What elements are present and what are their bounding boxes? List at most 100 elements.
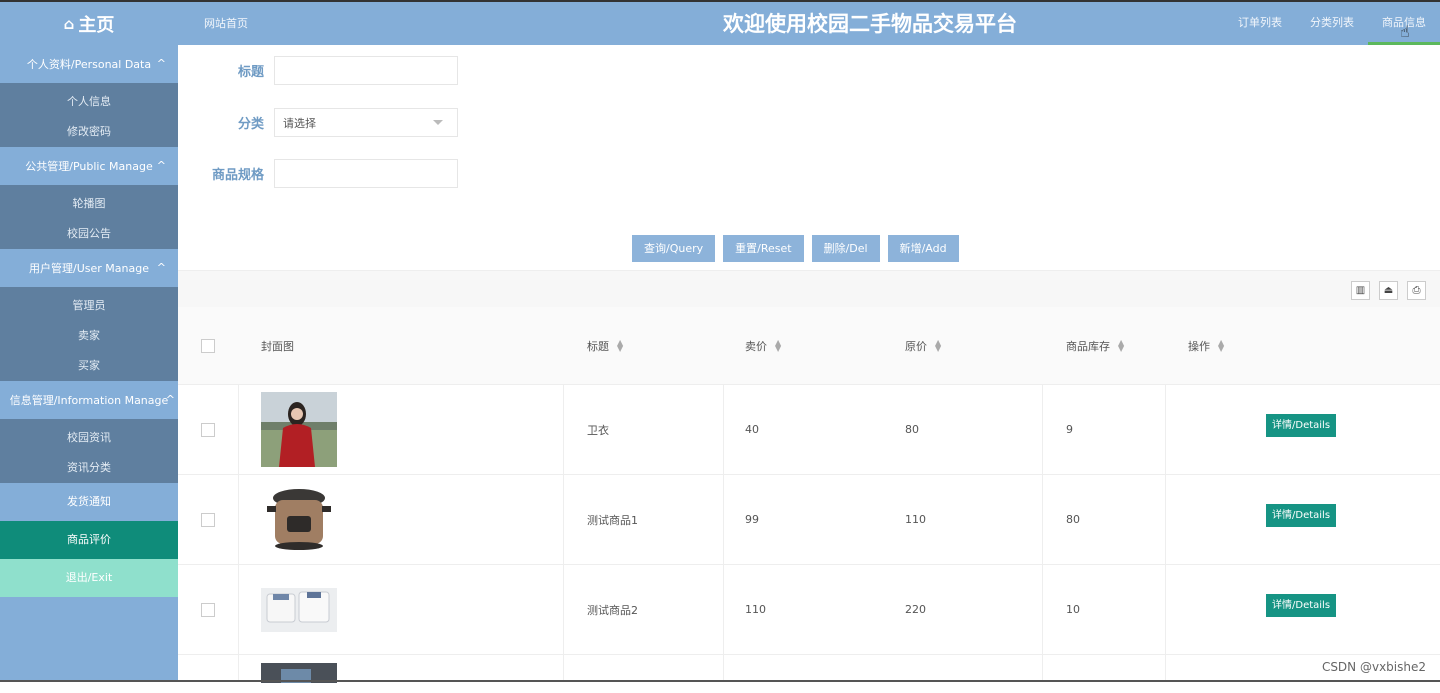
- product-table: 封面图 标题 ▲ ▼ 卖价 ▲ ▼ 原价 ▲ ▼ 商品库存 ▲ ▼ 操作 ▲ ▼ 卫衣 40: [178, 307, 1440, 683]
- main-content: 标题 分类 请选择 商品规格 查询/Query 重置/Reset 删除/Del …: [178, 45, 1440, 683]
- sidebar-group-label: 用户管理/User Manage: [29, 262, 149, 275]
- cell-title: 测试商品1: [587, 513, 638, 527]
- folded-tshirts-image: [261, 572, 337, 647]
- sidebar-group-label: 个人资料/Personal Data: [26, 58, 152, 71]
- filter-spec-row: 商品规格: [178, 159, 458, 188]
- sort-icon: ▲ ▼: [775, 337, 782, 353]
- cell-price: 99: [745, 513, 759, 526]
- sidebar-item-change-password[interactable]: 修改密码: [0, 117, 178, 147]
- cell-actions: 详情/Details: [1266, 561, 1337, 650]
- select-all-checkbox[interactable]: [201, 338, 215, 353]
- sidebar-group-user[interactable]: 用户管理/User Manage ^: [0, 249, 178, 287]
- sidebar-group-personal[interactable]: 个人资料/Personal Data ^: [0, 45, 178, 83]
- nav-orders[interactable]: 订单列表: [1224, 2, 1296, 45]
- cell-price: 110: [745, 603, 766, 616]
- delete-button[interactable]: 删除/Del: [811, 235, 880, 262]
- home-icon: ⌂: [63, 14, 75, 33]
- col-actions-label: 操作: [1188, 339, 1210, 353]
- sidebar-submenu-info: 校园资讯 资讯分类: [0, 419, 178, 483]
- add-button[interactable]: 新增/Add: [887, 235, 959, 262]
- col-title[interactable]: 标题 ▲ ▼: [587, 307, 623, 384]
- site-home-link[interactable]: 网站首页: [204, 15, 248, 31]
- row-checkbox[interactable]: [201, 512, 215, 527]
- cell-title: 卫衣: [587, 423, 609, 437]
- sidebar-item-seller[interactable]: 卖家: [0, 321, 178, 351]
- chevron-up-icon: ^: [165, 393, 175, 406]
- cell-actions: 详情/Details: [1266, 471, 1337, 560]
- sort-icon: ▲ ▼: [935, 337, 942, 353]
- cover-cell: [261, 475, 337, 564]
- action-buttons: 查询/Query 重置/Reset 删除/Del 新增/Add: [632, 235, 959, 262]
- sort-icon: ▲ ▼: [617, 337, 624, 353]
- col-original[interactable]: 原价 ▲ ▼: [905, 307, 941, 384]
- table-tools: ▥ ⏏ ⎙: [1351, 281, 1426, 300]
- sidebar-item-shipping[interactable]: 发货通知: [0, 483, 178, 521]
- table-row: 测试商品2 110 220 10 详情/Details: [178, 565, 1440, 655]
- sidebar-group-info[interactable]: 信息管理/Information Manage ^: [0, 381, 178, 419]
- caret-down-icon: [433, 120, 443, 125]
- filter-title-label: 标题: [237, 65, 264, 80]
- sidebar-group-label: 信息管理/Information Manage: [9, 394, 169, 407]
- row-checkbox[interactable]: [201, 602, 215, 617]
- category-select[interactable]: 请选择: [274, 108, 458, 137]
- chevron-up-icon: ^: [156, 261, 166, 274]
- cell-title: 测试商品2: [587, 603, 638, 617]
- cover-cell: [261, 385, 337, 474]
- query-button[interactable]: 查询/Query: [632, 235, 716, 262]
- sidebar-submenu-user: 管理员 卖家 买家: [0, 287, 178, 381]
- sidebar-item-admin[interactable]: 管理员: [0, 287, 178, 321]
- col-stock[interactable]: 商品库存 ▲ ▼: [1066, 307, 1124, 384]
- sidebar-group-public[interactable]: 公共管理/Public Manage ^: [0, 147, 178, 185]
- sidebar-item-reviews[interactable]: 商品评价: [0, 521, 178, 559]
- sidebar-item-news[interactable]: 校园资讯: [0, 419, 178, 453]
- cell-original: 80: [905, 423, 919, 436]
- print-icon[interactable]: ⎙: [1407, 281, 1426, 300]
- col-price-label: 卖价: [745, 339, 767, 353]
- filter-title-row: 标题: [178, 56, 458, 85]
- hand-cursor-icon: ☝: [1400, 22, 1410, 41]
- sidebar-group-label: 公共管理/Public Manage: [25, 160, 153, 173]
- home-label: 主页: [78, 14, 115, 36]
- col-original-label: 原价: [905, 339, 927, 353]
- table-row: 测试商品1 99 110 80 详情/Details: [178, 475, 1440, 565]
- site-title: 欢迎使用校园二手物品交易平台: [723, 12, 1017, 36]
- col-price[interactable]: 卖价 ▲ ▼: [745, 307, 781, 384]
- chevron-up-icon: ^: [156, 57, 166, 70]
- sidebar-submenu-public: 轮播图 校园公告: [0, 185, 178, 249]
- sidebar-submenu-personal: 个人信息 修改密码: [0, 83, 178, 147]
- filter-category-label: 分类: [237, 117, 264, 132]
- cell-stock: 80: [1066, 513, 1080, 526]
- col-stock-label: 商品库存: [1066, 339, 1110, 353]
- chevron-up-icon: ^: [156, 159, 166, 172]
- row-checkbox[interactable]: [201, 422, 215, 437]
- sidebar-item-notice[interactable]: 校园公告: [0, 219, 178, 249]
- details-button[interactable]: 详情/Details: [1266, 594, 1337, 617]
- sidebar-item-exit[interactable]: 退出/Exit: [0, 559, 178, 597]
- home-link[interactable]: ⌂ 主页: [0, 2, 178, 45]
- sidebar-item-news-category[interactable]: 资讯分类: [0, 453, 178, 483]
- columns-icon[interactable]: ▥: [1351, 281, 1370, 300]
- export-icon[interactable]: ⏏: [1379, 281, 1398, 300]
- table-header: 封面图 标题 ▲ ▼ 卖价 ▲ ▼ 原价 ▲ ▼ 商品库存 ▲ ▼ 操作 ▲ ▼: [178, 307, 1440, 385]
- cell-stock: 9: [1066, 423, 1073, 436]
- col-actions[interactable]: 操作 ▲ ▼: [1188, 307, 1224, 384]
- details-button[interactable]: 详情/Details: [1266, 504, 1337, 527]
- row-select-cell: [201, 565, 215, 654]
- col-cover: 封面图: [261, 339, 294, 353]
- top-bar: ⌂ 主页 网站首页 欢迎使用校园二手物品交易平台 订单列表 分类列表 商品信息 …: [0, 0, 1440, 45]
- select-all-cell: [201, 307, 215, 384]
- spec-input[interactable]: [274, 159, 458, 188]
- reset-button[interactable]: 重置/Reset: [723, 235, 804, 262]
- cell-original: 220: [905, 603, 926, 616]
- red-coat-girl-image: [261, 392, 337, 467]
- nav-categories[interactable]: 分类列表: [1296, 2, 1368, 45]
- col-title-label: 标题: [587, 339, 609, 353]
- sidebar-item-personal-info[interactable]: 个人信息: [0, 83, 178, 117]
- sidebar-item-buyer[interactable]: 买家: [0, 351, 178, 381]
- sort-icon: ▲ ▼: [1218, 337, 1225, 353]
- sidebar: 个人资料/Personal Data ^ 个人信息 修改密码 公共管理/Publ…: [0, 45, 178, 682]
- sidebar-item-carousel[interactable]: 轮播图: [0, 185, 178, 219]
- details-button[interactable]: 详情/Details: [1266, 414, 1337, 437]
- watermark: CSDN @vxbishe2: [1321, 660, 1426, 674]
- title-input[interactable]: [274, 56, 458, 85]
